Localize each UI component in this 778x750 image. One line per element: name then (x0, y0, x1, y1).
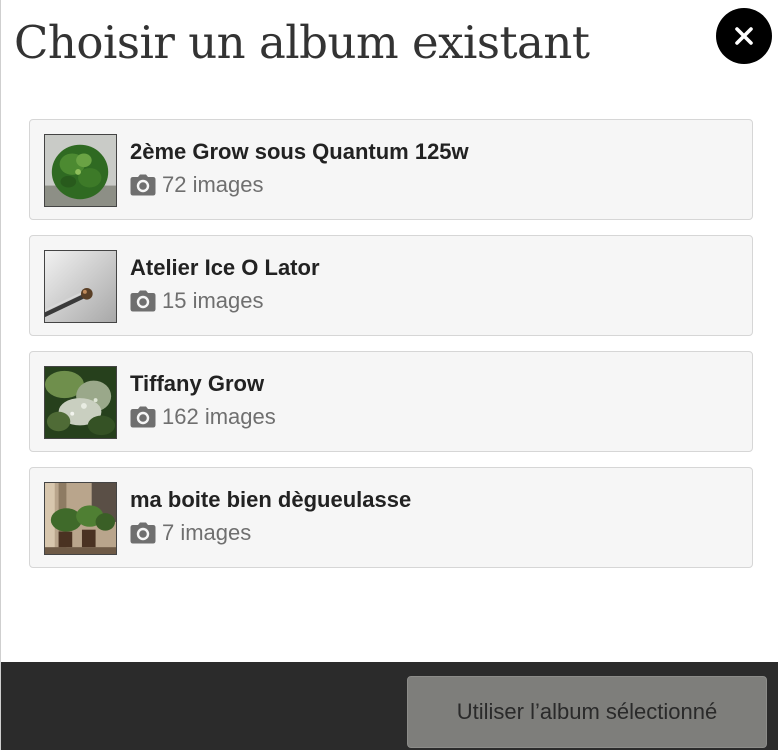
camera-icon (130, 290, 156, 312)
album-item[interactable]: Atelier Ice O Lator 15 images (29, 235, 753, 336)
album-count-label: 7 images (162, 520, 252, 545)
album-picker-dialog: Choisir un album existant 2ème Grow sous (0, 0, 778, 750)
album-image-count: 162 images (130, 403, 276, 431)
album-name: ma boite bien dègueulasse (130, 487, 412, 512)
close-button[interactable] (716, 8, 772, 64)
album-name: Tiffany Grow (130, 371, 265, 396)
album-item[interactable]: Tiffany Grow 162 images (29, 351, 753, 452)
dialog-footer: Utiliser l’album sélectionné (1, 662, 778, 750)
camera-icon (130, 406, 156, 428)
album-thumbnail (44, 250, 117, 323)
dialog-title: Choisir un album existant (14, 16, 590, 69)
album-item[interactable]: 2ème Grow sous Quantum 125w 72 images (29, 119, 753, 220)
album-thumbnail (44, 366, 117, 439)
album-image-count: 72 images (130, 171, 264, 199)
album-item[interactable]: ma boite bien dègueulasse 7 images (29, 467, 753, 568)
album-count-label: 15 images (162, 288, 264, 313)
camera-icon (130, 174, 156, 196)
album-name: Atelier Ice O Lator (130, 255, 320, 280)
use-selected-album-button[interactable]: Utiliser l’album sélectionné (407, 676, 767, 748)
album-list: 2ème Grow sous Quantum 125w 72 images At… (29, 119, 753, 583)
album-image-count: 15 images (130, 287, 264, 315)
close-icon (735, 27, 753, 45)
album-image-count: 7 images (130, 519, 251, 547)
album-thumbnail (44, 134, 117, 207)
album-name: 2ème Grow sous Quantum 125w (130, 139, 469, 164)
album-count-label: 162 images (162, 404, 276, 429)
album-count-label: 72 images (162, 172, 264, 197)
album-thumbnail (44, 482, 117, 555)
camera-icon (130, 522, 156, 544)
